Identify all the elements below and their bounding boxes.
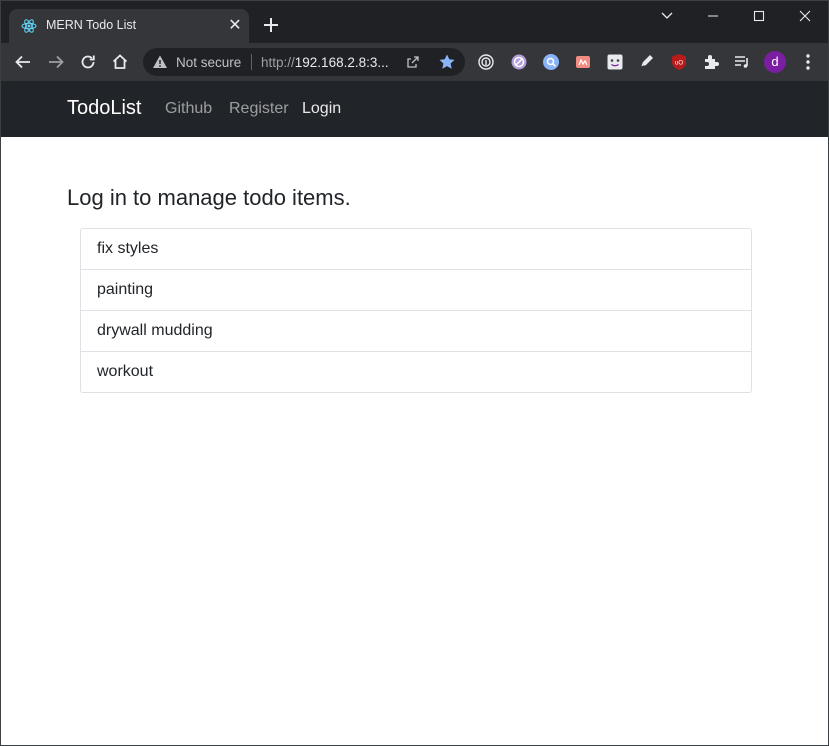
- omnibox-divider: [251, 54, 252, 70]
- tab-title: MERN Todo List: [46, 18, 137, 32]
- tab-close-icon[interactable]: ✕: [226, 17, 244, 35]
- nav-link-register[interactable]: Register: [229, 100, 289, 118]
- navbar-brand[interactable]: TodoList: [67, 97, 142, 120]
- pdf-ext-icon[interactable]: [574, 53, 592, 71]
- face-ext-icon[interactable]: [606, 53, 624, 71]
- page-viewport: TodoList Github Register Login Log in to…: [1, 81, 828, 745]
- forward-arrow-icon[interactable]: [44, 50, 68, 74]
- security-status[interactable]: Not secure: [176, 55, 241, 70]
- site-navbar: TodoList Github Register Login: [1, 81, 828, 137]
- minimize-icon[interactable]: [690, 1, 736, 31]
- reload-icon[interactable]: [76, 50, 100, 74]
- todo-list: fix styles painting drywall mudding work…: [80, 228, 752, 393]
- browser-tab[interactable]: MERN Todo List ✕: [9, 9, 249, 43]
- url-text[interactable]: http://192.168.2.8:3...: [261, 55, 389, 70]
- react-atom-icon: [21, 19, 37, 33]
- maximize-icon[interactable]: [736, 1, 782, 31]
- url-scheme: http://: [261, 55, 295, 70]
- home-icon[interactable]: [108, 50, 132, 74]
- todo-item: drywall mudding: [81, 310, 751, 351]
- tab-strip: MERN Todo List ✕: [1, 1, 828, 43]
- address-bar[interactable]: Not secure http://192.168.2.8:3...: [143, 48, 465, 76]
- share-icon[interactable]: [405, 54, 421, 70]
- crossed-circle-icon[interactable]: [510, 53, 528, 71]
- fingerprint-icon[interactable]: [477, 53, 495, 71]
- tab-search-chevron-icon[interactable]: [644, 1, 690, 31]
- new-tab-plus-icon[interactable]: [261, 15, 281, 35]
- search-ext-icon[interactable]: [542, 53, 560, 71]
- browser-toolbar: Not secure http://192.168.2.8:3... uO d: [1, 43, 828, 81]
- back-arrow-icon[interactable]: [11, 50, 35, 74]
- browser-window: MERN Todo List ✕ Not secure http://192.1…: [0, 0, 829, 746]
- page-heading: Log in to manage todo items.: [67, 185, 351, 210]
- ublock-icon[interactable]: uO: [670, 53, 688, 71]
- window-close-icon[interactable]: [782, 1, 828, 31]
- media-queue-icon[interactable]: [733, 53, 751, 71]
- warning-triangle-icon[interactable]: [152, 54, 168, 70]
- puzzle-icon[interactable]: [702, 53, 720, 71]
- more-menu-icon[interactable]: [798, 52, 818, 72]
- pen-ext-icon[interactable]: [638, 53, 656, 71]
- bookmark-star-icon[interactable]: [438, 53, 456, 71]
- nav-link-github[interactable]: Github: [165, 100, 212, 118]
- nav-link-login[interactable]: Login: [302, 100, 341, 118]
- todo-item: workout: [81, 351, 751, 392]
- svg-text:uO: uO: [675, 61, 683, 67]
- todo-item: fix styles: [97, 240, 159, 257]
- todo-item: painting: [81, 269, 751, 310]
- profile-avatar[interactable]: d: [764, 51, 786, 73]
- url-host: 192.168.2.8:3...: [294, 55, 389, 70]
